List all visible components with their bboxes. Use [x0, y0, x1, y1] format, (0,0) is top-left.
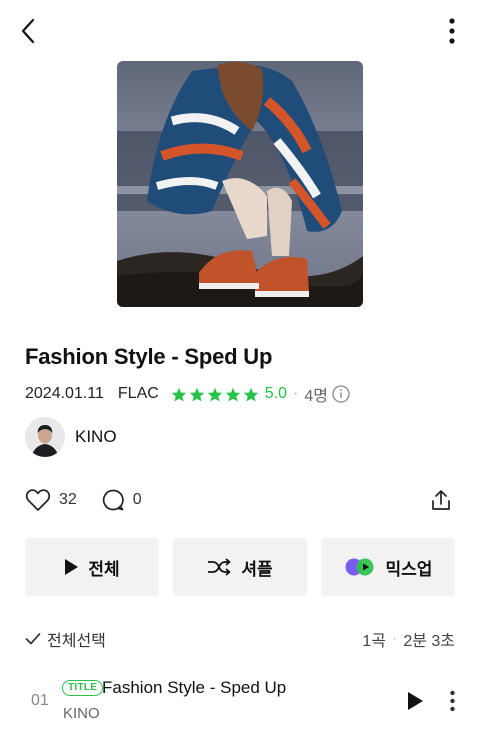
track-count: 1곡: [362, 633, 386, 650]
artist-name: KINO: [75, 427, 117, 446]
track-artist[interactable]: KINO: [63, 705, 100, 722]
album-meta: 2024.01.11 FLAC 5.0 · 4명: [25, 384, 350, 405]
total-duration: 2분 3초: [403, 633, 455, 650]
rating-stars[interactable]: [171, 387, 259, 402]
info-icon[interactable]: [332, 385, 350, 403]
summary-separator: ·: [391, 630, 398, 647]
top-bar: [0, 0, 480, 60]
track-row[interactable]: 01 TITLE Fashion Style - Sped Up KINO: [0, 672, 480, 732]
track-summary: 1곡 · 2분 3초: [362, 627, 455, 651]
track-title: Fashion Style - Sped Up: [102, 678, 287, 697]
social-actions: 32 0: [25, 486, 166, 514]
select-all-label: 전체선택: [47, 633, 106, 650]
comment-count: 0: [132, 491, 142, 508]
track-more-button[interactable]: [444, 688, 460, 714]
heart-icon: [25, 489, 51, 511]
artist-row[interactable]: KINO: [25, 416, 117, 458]
mixup-label: 믹스업: [385, 559, 433, 579]
album-cover-art: [117, 61, 363, 307]
more-options-button[interactable]: [442, 14, 462, 48]
title-badge: TITLE: [62, 680, 104, 696]
share-icon: [432, 490, 450, 510]
track-play-button[interactable]: [404, 688, 426, 714]
shuffle-icon: [207, 558, 231, 576]
shuffle-button[interactable]: 셔플: [173, 538, 307, 596]
star-icon: [189, 387, 204, 401]
play-icon: [408, 692, 423, 710]
release-date: 2024.01.11: [25, 385, 104, 402]
mixup-button[interactable]: 믹스업: [321, 538, 455, 596]
star-icon: [243, 387, 258, 401]
star-icon: [207, 387, 222, 401]
mixup-icon: [344, 557, 376, 577]
share-button[interactable]: [428, 486, 454, 514]
rating-value: 5.0: [264, 385, 288, 402]
like-button[interactable]: 32: [25, 488, 77, 512]
track-number: 01: [31, 692, 49, 709]
rating-count: 4명: [304, 388, 328, 405]
avatar: [25, 417, 65, 457]
track-list-header: 전체선택 1곡 · 2분 3초: [25, 628, 455, 650]
shuffle-label: 셔플: [241, 559, 273, 579]
more-vertical-icon: [449, 690, 455, 712]
comment-button[interactable]: 0: [101, 488, 142, 512]
more-vertical-icon: [449, 18, 455, 44]
star-icon: [225, 387, 240, 401]
audio-format: FLAC: [117, 385, 159, 402]
check-icon: [25, 632, 41, 646]
chevron-left-icon: [21, 18, 35, 44]
play-all-label: 전체: [88, 559, 120, 579]
like-count: 32: [59, 491, 77, 508]
star-icon: [171, 387, 186, 401]
meta-separator: ·: [293, 385, 299, 402]
play-icon: [64, 559, 79, 575]
comment-icon: [102, 489, 124, 511]
play-all-button[interactable]: 전체: [25, 538, 159, 596]
select-all-button[interactable]: 전체선택: [25, 627, 106, 651]
album-cover[interactable]: [117, 61, 363, 307]
album-title: Fashion Style - Sped Up: [25, 344, 273, 369]
back-button[interactable]: [14, 14, 42, 48]
